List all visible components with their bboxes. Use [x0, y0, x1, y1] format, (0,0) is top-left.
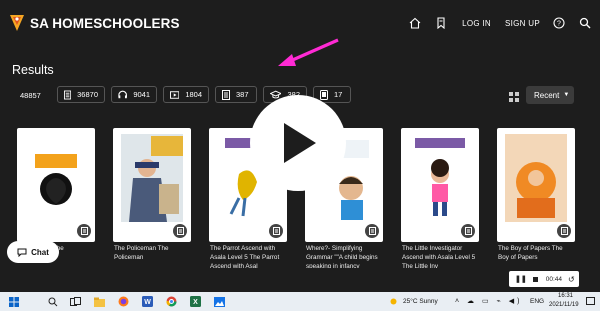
card-title[interactable]: Where?- Simplifying Grammar ""A child be… [306, 244, 388, 268]
card-title-line: The Parrot Ascend with [210, 245, 276, 252]
card-title-line: Grammar ""A child begins [306, 254, 378, 261]
filter-video[interactable]: 1804 [163, 86, 209, 103]
annotation-arrow-icon [278, 38, 339, 66]
filter-count: 36870 [77, 90, 98, 99]
chat-label: Chat [31, 247, 49, 257]
filter-audio[interactable]: 9041 [111, 86, 157, 103]
card-title-line: Policeman [114, 254, 144, 261]
chat-bubble-icon [17, 248, 27, 257]
bookmark-icon[interactable] [434, 16, 448, 30]
card-title-line: Asala Level 5 The Parrot [210, 254, 280, 261]
stop-icon[interactable] [532, 276, 538, 282]
taskbar: W X 25°C Sunny ˄ ☁ ▭ ⌁ ◀) ENG 16:31 2021… [0, 292, 600, 311]
reset-icon[interactable]: ↺ [568, 275, 575, 284]
svg-text:?: ? [557, 21, 561, 28]
firefox-icon[interactable] [117, 295, 130, 308]
document-icon [365, 224, 379, 238]
word-icon[interactable]: W [141, 295, 154, 308]
card-title-line: The Little Investigator [402, 245, 463, 252]
filter-count: 9041 [133, 90, 150, 99]
book-cover-image [25, 134, 87, 222]
card-title-line: Ascend with Asal [210, 263, 258, 268]
filter-count: 17 [334, 90, 343, 99]
filter-documents[interactable]: 36870 [57, 86, 105, 103]
app-window: SA HOMESCHOOLERS LOG IN SIGN UP ? Result… [0, 0, 600, 292]
card-title[interactable]: The Parrot Ascend with Asala Level 5 The… [210, 244, 292, 268]
weather-text[interactable]: 25°C Sunny [403, 298, 438, 305]
notifications-icon[interactable] [584, 295, 597, 308]
document-icon [222, 89, 230, 100]
weather-sun-icon[interactable] [386, 295, 400, 308]
sort-dropdown[interactable]: Recent ▼ [526, 86, 574, 104]
signup-link[interactable]: SIGN UP [505, 19, 540, 28]
help-icon[interactable]: ? [552, 16, 566, 30]
book-cover-image [409, 134, 471, 222]
chevron-down-icon: ▼ [563, 92, 570, 98]
search-icon[interactable] [46, 295, 59, 308]
task-view-icon[interactable] [69, 295, 82, 308]
resource-card[interactable] [17, 128, 95, 242]
login-link[interactable]: LOG IN [462, 19, 491, 28]
card-title-line: The Policeman The [114, 245, 169, 252]
brand-logo[interactable]: SA HOMESCHOOLERS [9, 14, 180, 32]
document-icon [173, 224, 187, 238]
sort-value: Recent [534, 90, 560, 100]
resource-card[interactable] [401, 128, 479, 242]
card-title-line: The Boy of Papers The [498, 245, 563, 252]
resource-card[interactable] [497, 128, 575, 242]
book-cover-image [121, 134, 183, 222]
photos-icon[interactable] [213, 295, 226, 308]
play-button[interactable] [250, 95, 346, 191]
system-tray-icons[interactable]: ˄ ☁ ▭ ⌁ ◀) [455, 297, 522, 305]
brand-name: SA HOMESCHOOLERS [30, 15, 180, 31]
pause-icon[interactable]: ❚❚ [515, 275, 527, 283]
card-title[interactable]: The Little Investigator Ascend with Asal… [402, 244, 484, 268]
card-title-line: Where?- Simplifying [306, 245, 363, 252]
results-title: Results [12, 63, 54, 77]
svg-text:W: W [144, 299, 151, 306]
headphones-icon [118, 90, 127, 99]
card-title-line: Ascend with Asala Level 5 [402, 254, 476, 261]
document-icon [64, 90, 72, 99]
home-icon[interactable] [408, 16, 422, 30]
card-title[interactable]: The Boy of Papers The Boy of Papers [498, 244, 580, 262]
grid-view-icon[interactable] [509, 89, 519, 107]
document-icon [269, 224, 283, 238]
filter-count: 1804 [185, 90, 202, 99]
chat-button[interactable]: Chat [7, 241, 59, 263]
document-icon [461, 224, 475, 238]
filter-worksheets[interactable]: 387 [215, 86, 257, 103]
header-actions: LOG IN SIGN UP ? [396, 16, 592, 30]
recording-time: 00:44 [545, 275, 563, 283]
video-icon [170, 90, 180, 99]
results-total-count: 48857 [20, 91, 41, 100]
tablet-icon [320, 89, 328, 100]
filter-count: 387 [236, 90, 249, 99]
book-cover-image [505, 134, 567, 222]
file-explorer-icon[interactable] [93, 295, 106, 308]
document-icon [557, 224, 571, 238]
card-title-line: Boy of Papers [498, 254, 538, 261]
search-icon[interactable] [578, 16, 592, 30]
clock-time[interactable]: 16:31 [558, 293, 573, 299]
recorder-bar: ❚❚ 00:44 ↺ [509, 271, 579, 287]
clock-date[interactable]: 2021/11/19 [549, 302, 579, 308]
windows-start-icon[interactable] [7, 295, 20, 308]
card-title[interactable]: The Policeman The Policeman [114, 244, 196, 262]
card-title-line: speaking in infancy [306, 263, 360, 268]
logo-mark-icon [10, 15, 24, 31]
document-icon [77, 224, 91, 238]
excel-icon[interactable]: X [189, 295, 202, 308]
chrome-icon[interactable] [165, 295, 178, 308]
card-title-line: The Little Inv [402, 263, 439, 268]
play-icon [284, 123, 316, 163]
resource-card[interactable] [113, 128, 191, 242]
language-indicator[interactable]: ENG [530, 298, 544, 305]
svg-text:X: X [193, 299, 198, 306]
